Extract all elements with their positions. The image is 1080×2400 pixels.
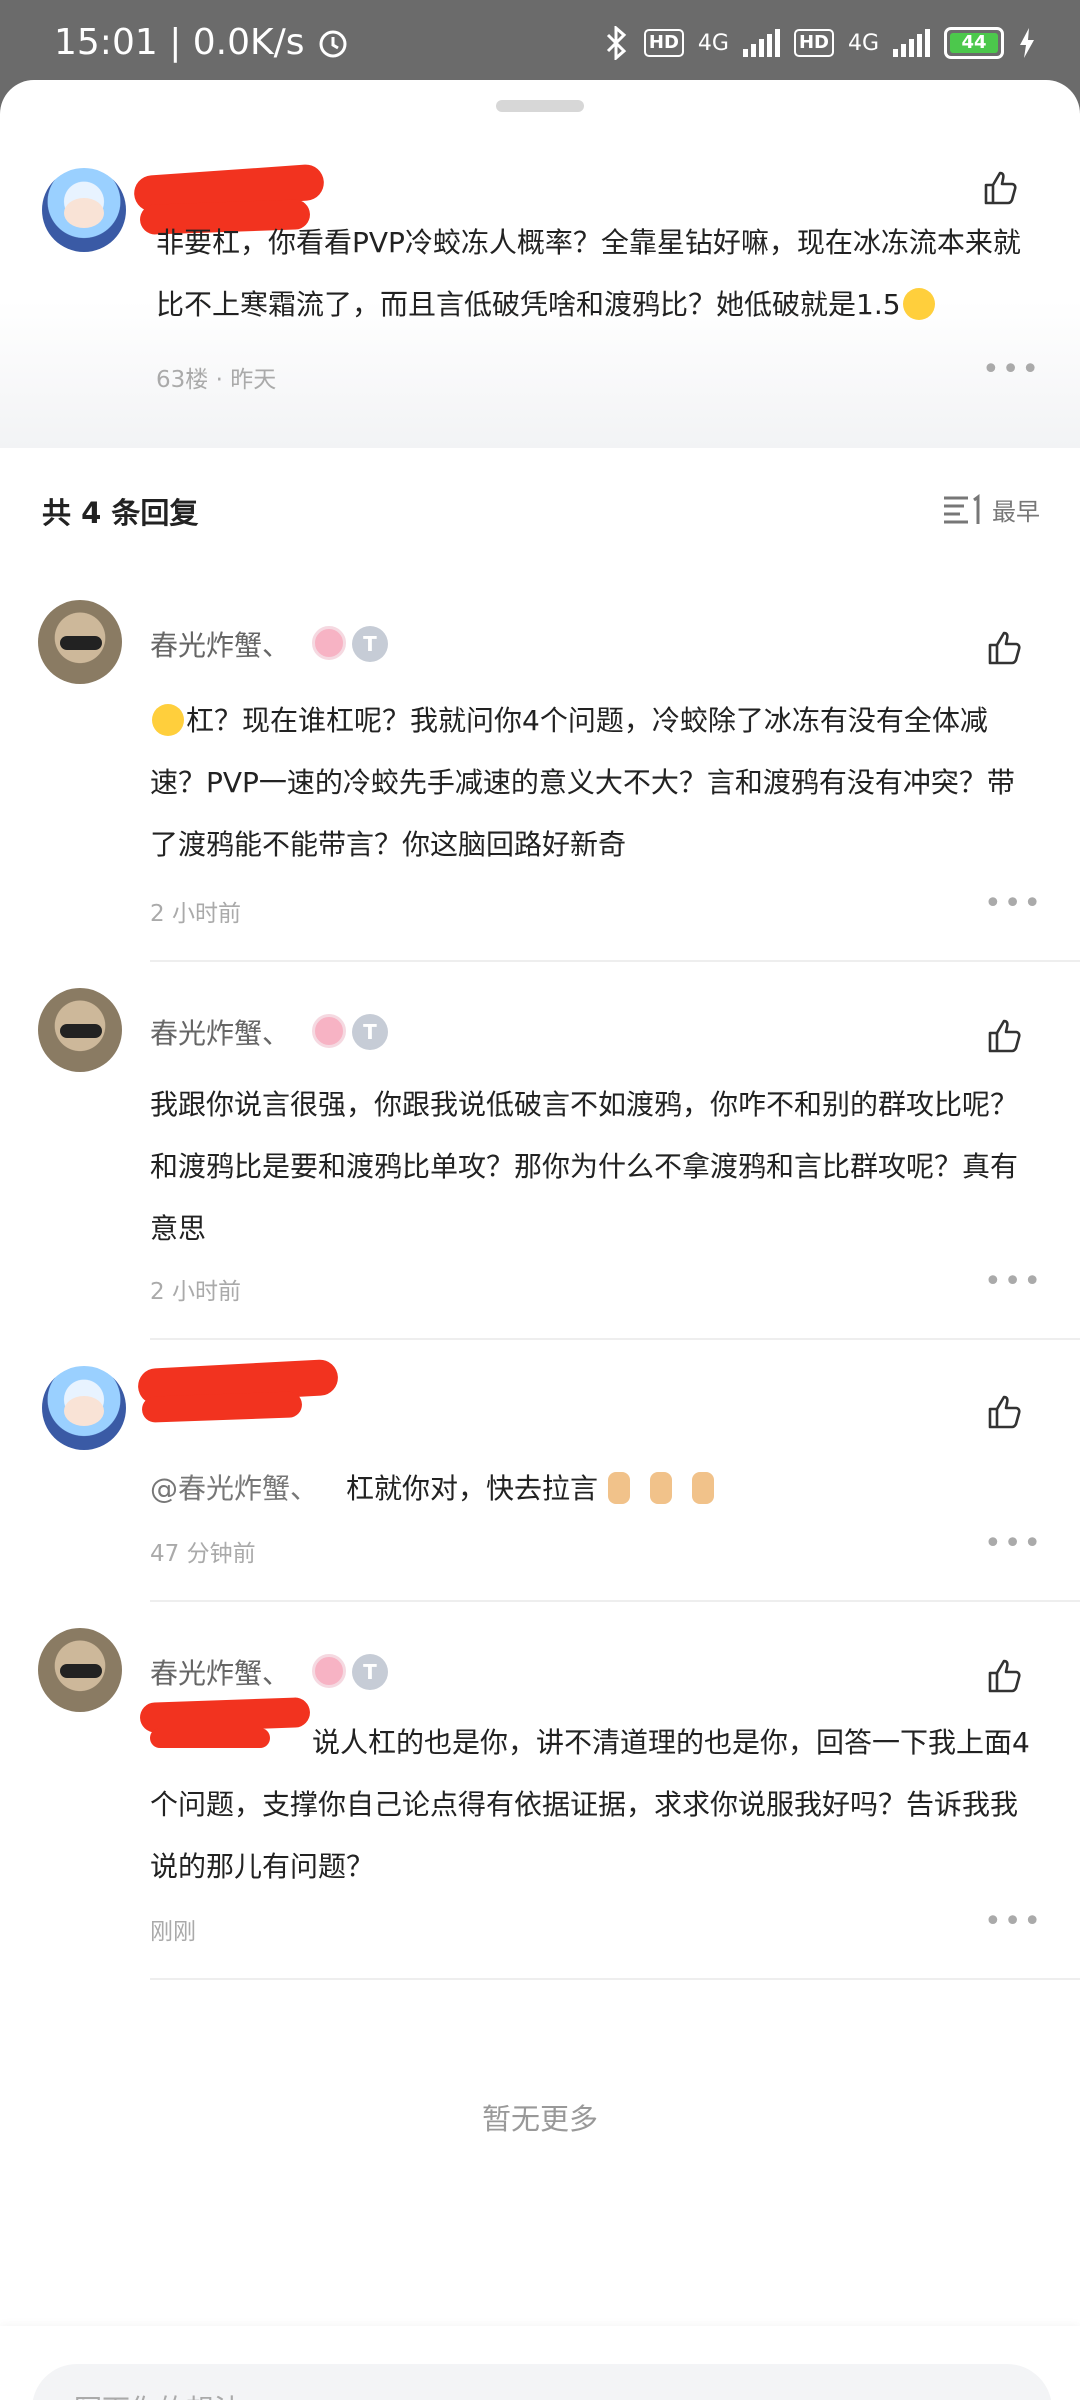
like-icon[interactable]	[984, 628, 1024, 668]
reply-time: 2 小时前	[150, 901, 241, 927]
reply-text: 说人杠的也是你，讲不清道理的也是你，回答一下我上面4个问题，支撑你自己论点得有依…	[150, 1726, 1030, 1883]
divider	[150, 960, 1080, 962]
like-icon[interactable]	[984, 1392, 1024, 1432]
reply-text-content: 杠？现在谁杠呢？我就问你4个问题，冷蛟除了冰冻有没有全体减速？PVP一速的冷蛟先…	[150, 704, 1015, 861]
more-icon[interactable]: •••	[984, 1264, 1043, 1299]
reply-username[interactable]: 春光炸蟹、	[150, 624, 290, 664]
bluetooth-icon	[606, 26, 627, 60]
divider	[150, 1338, 1080, 1340]
reply-time: 刚刚	[150, 1919, 196, 1945]
comment-sheet: 非要杠，你看看PVP冷蛟冻人概率？全靠星钻好嘛，现在冰冻流本来就比不上寒霜流了，…	[0, 80, 1080, 2400]
comment-meta: 63楼 · 昨天	[156, 367, 277, 393]
no-more-text: 暂无更多	[481, 2102, 598, 2136]
sort-button[interactable]: 最早	[942, 492, 1040, 527]
reply-username[interactable]: 春光炸蟹、	[150, 1012, 290, 1052]
comment-text-content: 非要杠，你看看PVP冷蛟冻人概率？全靠星钻好嘛，现在冰冻流本来就比不上寒霜流了，…	[156, 226, 1021, 321]
t-badge-icon: T	[352, 626, 388, 662]
charging-icon	[1020, 28, 1034, 58]
time-speed: 15:01 | 0.0K/s	[54, 22, 305, 63]
t-badge-icon: T	[352, 1014, 388, 1050]
drag-handle[interactable]	[496, 100, 584, 112]
main-comment: 非要杠，你看看PVP冷蛟冻人概率？全靠星钻好嘛，现在冰冻流本来就比不上寒霜流了，…	[0, 120, 1080, 448]
network-type-2: 4G	[847, 30, 879, 56]
comment-input-bar	[0, 2326, 1080, 2400]
hd-badge-2: HD	[793, 29, 834, 57]
hd-badge: HD	[643, 29, 684, 57]
squint-emoji-icon	[152, 704, 184, 736]
status-right: HD 4G HD 4G 44	[604, 26, 1036, 60]
level-badge-icon	[312, 1654, 346, 1688]
signal-icon-2	[893, 29, 930, 57]
avatar[interactable]	[38, 988, 122, 1072]
avatar[interactable]	[38, 1628, 122, 1712]
avatar[interactable]	[38, 600, 122, 684]
level-badge-icon	[312, 626, 346, 660]
status-left: 15:01 | 0.0K/s	[54, 22, 351, 63]
more-icon[interactable]: •••	[984, 1904, 1043, 1939]
replies-count: 共 4 条回复	[42, 496, 199, 530]
mention-link[interactable]: @春光炸蟹、	[150, 1472, 318, 1505]
reply-text: @春光炸蟹、 杠就你对，快去拉言	[150, 1458, 1030, 1520]
comment-text: 非要杠，你看看PVP冷蛟冻人概率？全靠星钻好嘛，现在冰冻流本来就比不上寒霜流了，…	[156, 212, 1036, 336]
like-icon[interactable]	[984, 1016, 1024, 1056]
signal-icon	[742, 29, 780, 57]
reply-time: 2 小时前	[150, 1279, 241, 1305]
t-badge-icon: T	[352, 1654, 388, 1690]
thumbs-up-emoji-icon	[692, 1472, 715, 1504]
alarm-icon	[319, 30, 347, 57]
redacted-name-2	[141, 1391, 303, 1423]
more-icon[interactable]: •••	[984, 1526, 1043, 1561]
like-icon[interactable]	[980, 168, 1020, 208]
reply-text-content: 杠就你对，快去拉言	[346, 1472, 599, 1505]
sort-icon	[944, 493, 980, 524]
thumbs-up-emoji-icon	[608, 1472, 631, 1504]
battery-icon: 44	[944, 27, 1004, 59]
divider	[150, 1978, 1080, 1980]
comment-input[interactable]	[32, 2364, 1052, 2400]
more-icon[interactable]: •••	[982, 352, 1041, 387]
avatar[interactable]	[42, 1366, 126, 1450]
reply-time: 47 分钟前	[150, 1541, 256, 1567]
battery-level: 44	[950, 33, 998, 53]
reply-text: 杠？现在谁杠呢？我就问你4个问题，冷蛟除了冰冻有没有全体减速？PVP一速的冷蛟先…	[150, 690, 1030, 876]
level-badge-icon	[312, 1014, 346, 1048]
divider	[150, 1600, 1080, 1602]
network-type-1: 4G	[697, 30, 729, 56]
like-icon[interactable]	[984, 1656, 1024, 1696]
avatar[interactable]	[42, 168, 126, 252]
more-icon[interactable]: •••	[984, 886, 1043, 921]
reply-text: 我跟你说言很强，你跟我说低破言不如渡鸦，你咋不和别的群攻比呢？和渡鸦比是要和渡鸦…	[150, 1088, 1019, 1245]
thumbs-up-emoji-icon	[650, 1472, 673, 1504]
reply-username[interactable]: 春光炸蟹、	[150, 1652, 290, 1692]
sort-label: 最早	[992, 498, 1040, 526]
cool-emoji-icon	[902, 288, 935, 320]
